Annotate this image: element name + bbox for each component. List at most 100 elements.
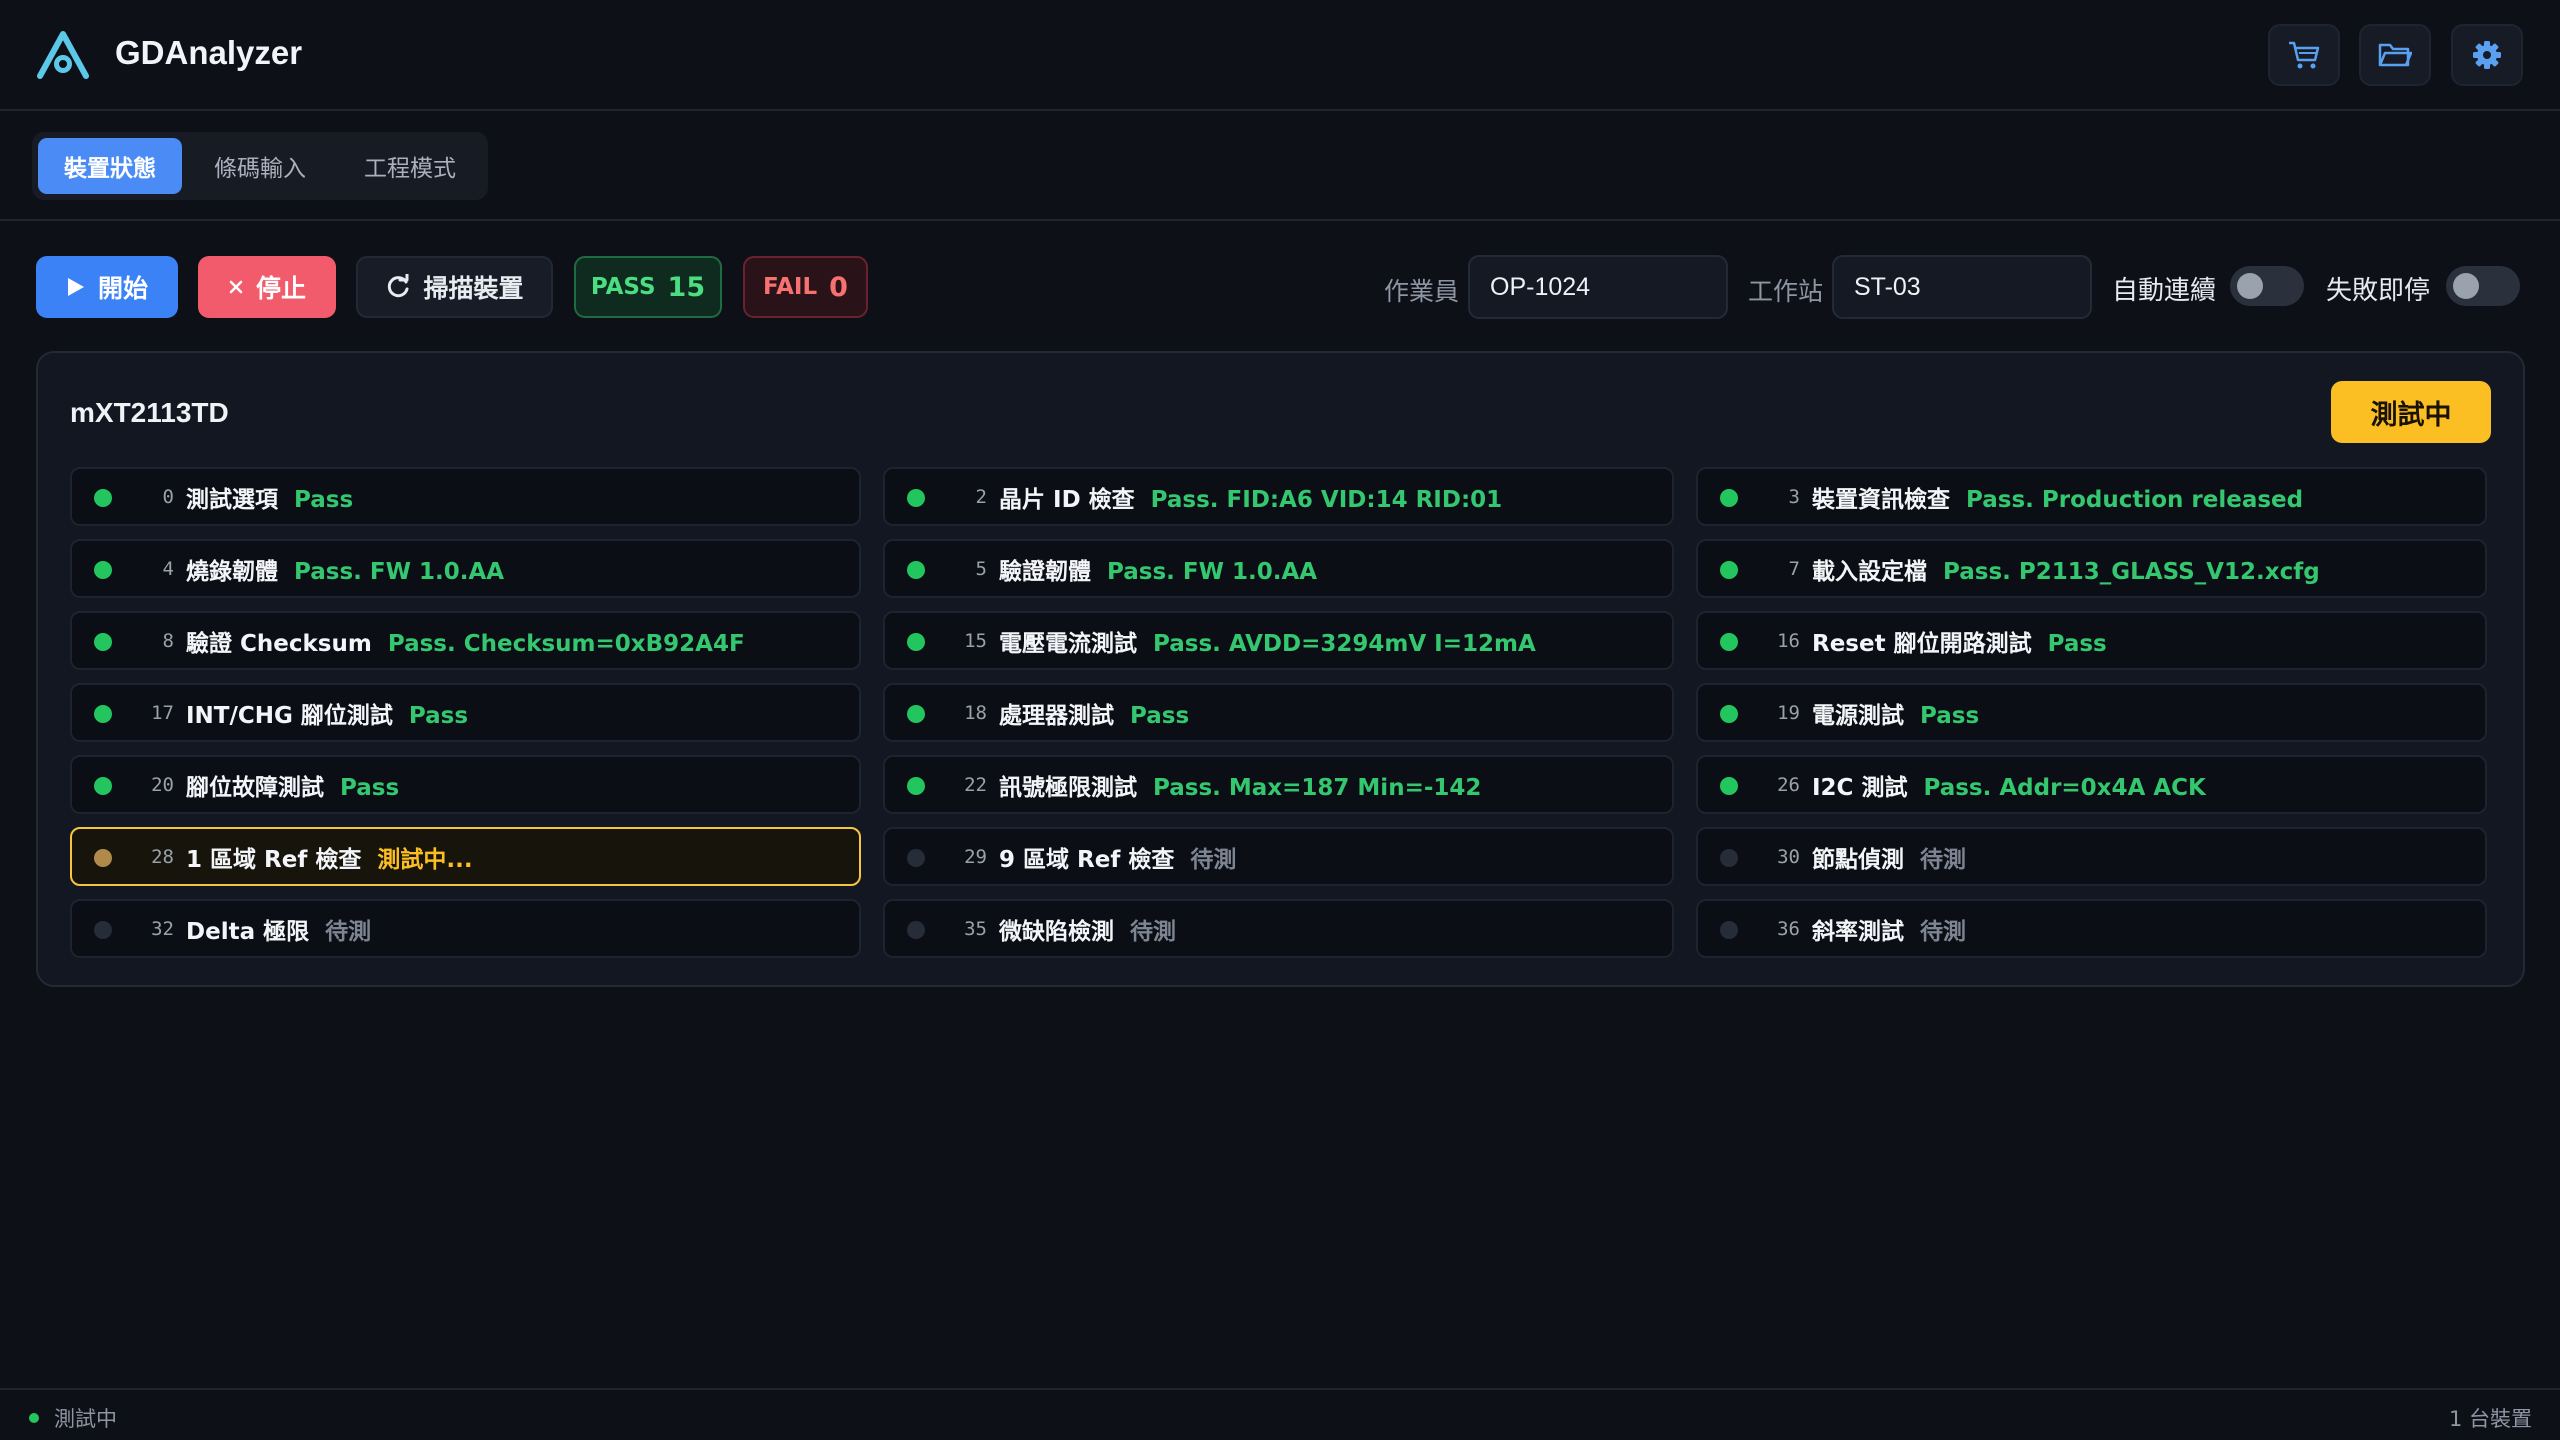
test-result: Pass	[340, 774, 400, 801]
stop-button-label: 停止	[255, 274, 306, 303]
test-number: 32	[151, 917, 174, 940]
test-result: 測試中...	[377, 846, 473, 873]
test-name-label: INT/CHG 腳位測試	[186, 702, 393, 729]
test-item[interactable]: 36 斜率測試 待測	[1696, 899, 2487, 958]
toggle-knob	[2237, 273, 2263, 299]
test-item[interactable]: 15 電壓電流測試 Pass. AVDD=3294mV I=12mA	[883, 611, 1674, 670]
auto-continue-toggle[interactable]	[2230, 266, 2304, 306]
test-name-label: 腳位故障測試	[186, 774, 324, 801]
refresh-icon	[388, 274, 409, 298]
test-name: 微缺陷檢測 待測	[999, 912, 1176, 946]
test-name-label: 訊號極限測試	[999, 774, 1137, 801]
status-dot-icon	[94, 489, 112, 507]
settings-button[interactable]	[2451, 24, 2523, 86]
status-dot-icon	[94, 849, 112, 867]
device-panel: mXT2113TD 測試中 0 測試選項 Pass 2 晶片 ID 檢查 Pass. FI…	[36, 351, 2525, 987]
test-number: 22	[964, 773, 987, 796]
test-number: 28	[151, 845, 174, 868]
test-item[interactable]: 4 燒錄韌體 Pass. FW 1.0.AA	[70, 539, 861, 598]
tab-device-status[interactable]: 裝置狀態	[38, 138, 182, 194]
test-result: Pass. AVDD=3294mV I=12mA	[1153, 630, 1536, 657]
folder-button[interactable]	[2359, 24, 2431, 86]
test-result: 待測	[325, 918, 372, 945]
test-result: Pass	[1130, 702, 1190, 729]
test-number: 3	[1788, 485, 1800, 508]
status-dot-icon	[907, 849, 925, 867]
status-dot-icon	[907, 777, 925, 795]
test-name: 1 區域 Ref 檢查 測試中...	[186, 840, 473, 874]
status-dot-icon	[907, 705, 925, 723]
test-item[interactable]: 35 微缺陷檢測 待測	[883, 899, 1674, 958]
status-dot-icon	[94, 705, 112, 723]
test-number: 7	[1788, 557, 1800, 580]
test-item[interactable]: 7 載入設定檔 Pass. P2113_GLASS_V12.xcfg	[1696, 539, 2487, 598]
scan-button-label: 掃描裝置	[423, 274, 524, 303]
test-name: 電壓電流測試 Pass. AVDD=3294mV I=12mA	[999, 624, 1536, 658]
tab-engineering-mode[interactable]: 工程模式	[338, 138, 482, 194]
test-number: 26	[1777, 773, 1800, 796]
test-item[interactable]: 18 處理器測試 Pass	[883, 683, 1674, 742]
test-item[interactable]: 32 Delta 極限 待測	[70, 899, 861, 958]
test-number: 2	[975, 485, 987, 508]
test-item[interactable]: 3 裝置資訊檢查 Pass. Production released	[1696, 467, 2487, 526]
test-item[interactable]: 8 驗證 Checksum Pass. Checksum=0xB92A4F	[70, 611, 861, 670]
test-number: 5	[975, 557, 987, 580]
cart-button[interactable]	[2268, 24, 2340, 86]
test-result: Pass. Production released	[1966, 486, 2304, 513]
test-name-label: 斜率測試	[1812, 918, 1904, 945]
test-item[interactable]: 22 訊號極限測試 Pass. Max=187 Min=-142	[883, 755, 1674, 814]
status-dot-icon	[94, 561, 112, 579]
test-item[interactable]: 19 電源測試 Pass	[1696, 683, 2487, 742]
test-result: Pass. Addr=0x4A ACK	[1923, 774, 2206, 801]
test-name: 9 區域 Ref 檢查 待測	[999, 840, 1236, 874]
operator-label: 作業員	[1384, 277, 1460, 306]
tab-bar: 裝置狀態 條碼輸入 工程模式	[0, 111, 2560, 221]
test-item[interactable]: 26 I2C 測試 Pass. Addr=0x4A ACK	[1696, 755, 2487, 814]
test-item[interactable]: 17 INT/CHG 腳位測試 Pass	[70, 683, 861, 742]
operator-input[interactable]	[1468, 255, 1728, 319]
status-dot-icon	[907, 561, 925, 579]
test-name: 晶片 ID 檢查 Pass. FID:A6 VID:14 RID:01	[999, 480, 1502, 514]
test-result: Pass	[294, 486, 354, 513]
status-dot-icon	[1720, 777, 1738, 795]
test-number: 29	[964, 845, 987, 868]
test-result: 待測	[1190, 846, 1237, 873]
play-icon	[67, 278, 84, 296]
status-dot-icon	[907, 921, 925, 939]
station-input[interactable]	[1832, 255, 2092, 319]
status-dot-icon	[1720, 705, 1738, 723]
test-name-label: 9 區域 Ref 檢查	[999, 846, 1175, 873]
scan-devices-button[interactable]: 掃描裝置	[356, 256, 553, 318]
test-name-label: 處理器測試	[999, 702, 1114, 729]
test-number: 17	[151, 701, 174, 724]
test-name: 載入設定檔 Pass. P2113_GLASS_V12.xcfg	[1812, 552, 2320, 586]
test-name-label: 1 區域 Ref 檢查	[186, 846, 362, 873]
stop-button[interactable]: 停止	[198, 256, 336, 318]
test-result: Pass	[2047, 630, 2107, 657]
test-name-label: 載入設定檔	[1812, 558, 1927, 585]
test-item[interactable]: 20 腳位故障測試 Pass	[70, 755, 861, 814]
test-item[interactable]: 16 Reset 腳位開路測試 Pass	[1696, 611, 2487, 670]
start-button[interactable]: 開始	[36, 256, 178, 318]
stop-on-fail-toggle[interactable]	[2446, 266, 2520, 306]
test-name: INT/CHG 腳位測試 Pass	[186, 696, 468, 730]
test-number: 4	[162, 557, 174, 580]
pass-label: PASS	[590, 274, 656, 300]
test-number: 16	[1777, 629, 1800, 652]
test-item[interactable]: 5 驗證韌體 Pass. FW 1.0.AA	[883, 539, 1674, 598]
test-name: 訊號極限測試 Pass. Max=187 Min=-142	[999, 768, 1481, 802]
status-dot-icon	[907, 633, 925, 651]
status-dot-icon	[94, 633, 112, 651]
fail-count-badge: FAIL 0	[743, 256, 868, 318]
test-result: Pass. Max=187 Min=-142	[1153, 774, 1482, 801]
test-item[interactable]: 0 測試選項 Pass	[70, 467, 861, 526]
tab-barcode-input[interactable]: 條碼輸入	[188, 138, 332, 194]
test-item[interactable]: 2 晶片 ID 檢查 Pass. FID:A6 VID:14 RID:01	[883, 467, 1674, 526]
test-result: 待測	[1920, 918, 1966, 945]
test-name-label: 燒錄韌體	[186, 558, 278, 585]
test-item[interactable]: 28 1 區域 Ref 檢查 測試中...	[70, 827, 861, 886]
device-status-badge: 測試中	[2331, 381, 2491, 443]
test-item[interactable]: 29 9 區域 Ref 檢查 待測	[883, 827, 1674, 886]
test-item[interactable]: 30 節點偵測 待測	[1696, 827, 2487, 886]
test-number: 18	[964, 701, 987, 724]
